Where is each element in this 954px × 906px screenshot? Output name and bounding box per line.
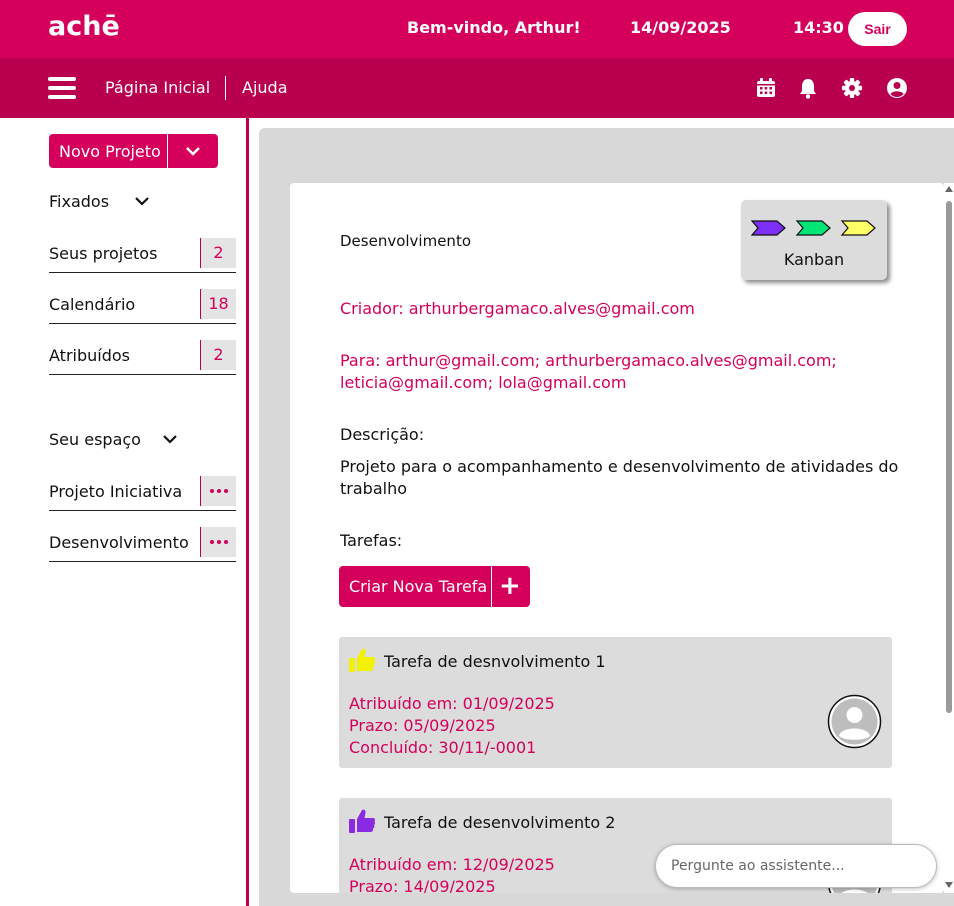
sidebar-item-projeto-iniciativa[interactable]: Projeto Iniciativa xyxy=(49,474,236,511)
kanban-label: Kanban xyxy=(783,250,845,269)
kanban-button[interactable]: Kanban xyxy=(741,200,887,280)
task-deadline: Prazo: 05/09/2025 xyxy=(349,716,496,735)
current-time: 14:30 xyxy=(793,18,844,37)
sidebar-item-label: Atribuídos xyxy=(49,346,130,365)
logo-text: achē xyxy=(48,11,120,42)
task-card[interactable]: Tarefa de desnvolvimento 1 Atribuído em:… xyxy=(339,637,892,768)
space-section-title: Seu espaço xyxy=(49,430,141,449)
nav-help-link[interactable]: Ajuda xyxy=(242,78,288,97)
nav-divider xyxy=(225,76,226,100)
chevron-down-icon[interactable] xyxy=(162,431,178,447)
nav-bar: Página Inicial Ajuda xyxy=(0,58,954,118)
description-label: Descrição: xyxy=(340,425,425,444)
calendar-icon[interactable] xyxy=(755,77,777,99)
project-title: Desenvolvimento xyxy=(340,232,472,250)
task-name: Tarefa de desnvolvimento 1 xyxy=(384,652,606,671)
sidebar-item-label: Desenvolvimento xyxy=(49,533,189,552)
gear-icon[interactable] xyxy=(841,77,863,99)
logout-button[interactable]: Sair xyxy=(848,12,907,46)
nav-home-link[interactable]: Página Inicial xyxy=(105,78,210,97)
vertical-scrollbar[interactable] xyxy=(944,183,954,893)
sidebar-item-label: Calendário xyxy=(49,295,136,314)
project-creator: Criador: arthurbergamaco.alves@gmail.com xyxy=(340,299,695,318)
task-deadline: Prazo: 14/09/2025 xyxy=(349,877,496,893)
plus-icon[interactable]: + xyxy=(499,571,521,601)
user-circle-icon[interactable] xyxy=(886,77,908,99)
new-project-label: Novo Projeto xyxy=(59,142,161,161)
thumbs-up-icon xyxy=(349,648,376,672)
task-info: Atribuído em: 12/09/2025 Prazo: 14/09/20… xyxy=(349,854,555,893)
new-project-button[interactable]: Novo Projeto xyxy=(49,134,218,168)
more-options-icon[interactable] xyxy=(200,527,236,557)
scroll-down-arrow-icon[interactable] xyxy=(945,882,953,888)
project-recipients: Para: arthur@gmail.com; arthurbergamaco.… xyxy=(340,351,837,392)
sidebar-item-calendario[interactable]: Calendário 18 xyxy=(49,287,236,324)
tasks-label: Tarefas: xyxy=(340,531,403,550)
current-date: 14/09/2025 xyxy=(630,18,731,37)
avatar[interactable] xyxy=(827,694,882,749)
create-task-button[interactable]: Criar Nova Tarefa + xyxy=(339,566,530,607)
sidebar-item-label: Projeto Iniciativa xyxy=(49,482,183,501)
bell-icon[interactable] xyxy=(797,77,819,99)
sidebar: Novo Projeto Fixados Seus projetos 2 Cal… xyxy=(0,118,246,906)
button-divider xyxy=(167,134,168,168)
top-bar: achē Bem-vindo, Arthur! 14/09/2025 14:30… xyxy=(0,0,954,58)
chevron-down-icon[interactable] xyxy=(185,143,201,159)
button-divider xyxy=(491,566,492,607)
task-assigned-date: Atribuído em: 12/09/2025 xyxy=(349,855,555,874)
sidebar-item-atribuidos[interactable]: Atribuídos 2 xyxy=(49,338,236,375)
pinned-section-title: Fixados xyxy=(49,192,110,211)
ache-logo[interactable]: achē xyxy=(48,11,120,42)
task-info: Atribuído em: 01/09/2025 Prazo: 05/09/20… xyxy=(349,693,555,759)
chevron-down-icon[interactable] xyxy=(134,193,150,209)
more-options-icon[interactable] xyxy=(200,476,236,506)
count-badge: 18 xyxy=(200,289,236,319)
count-badge: 2 xyxy=(200,340,236,370)
sidebar-divider xyxy=(246,118,249,906)
count-badge: 2 xyxy=(200,238,236,268)
task-assigned-date: Atribuído em: 01/09/2025 xyxy=(349,694,555,713)
scrollbar-thumb[interactable] xyxy=(946,201,952,713)
welcome-message: Bem-vindo, Arthur! xyxy=(407,18,581,37)
thumbs-up-icon xyxy=(349,809,376,833)
sidebar-item-desenvolvimento[interactable]: Desenvolvimento xyxy=(49,525,236,562)
project-card: Desenvolvimento Kanban Criador: arthurbe… xyxy=(290,183,944,893)
project-description: Projeto para o acompanhamento e desenvol… xyxy=(340,457,899,498)
menu-icon[interactable] xyxy=(48,77,76,99)
kanban-arrows-icon xyxy=(751,220,876,236)
assistant-input[interactable]: Pergunte ao assistente... xyxy=(655,844,937,888)
sidebar-item-seus-projetos[interactable]: Seus projetos 2 xyxy=(49,236,236,273)
task-name: Tarefa de desenvolvimento 2 xyxy=(384,813,616,832)
create-task-label: Criar Nova Tarefa xyxy=(349,577,488,596)
sidebar-item-label: Seus projetos xyxy=(49,244,158,263)
task-completed-date: Concluído: 30/11/-0001 xyxy=(349,738,537,757)
scroll-up-arrow-icon[interactable] xyxy=(945,186,953,192)
